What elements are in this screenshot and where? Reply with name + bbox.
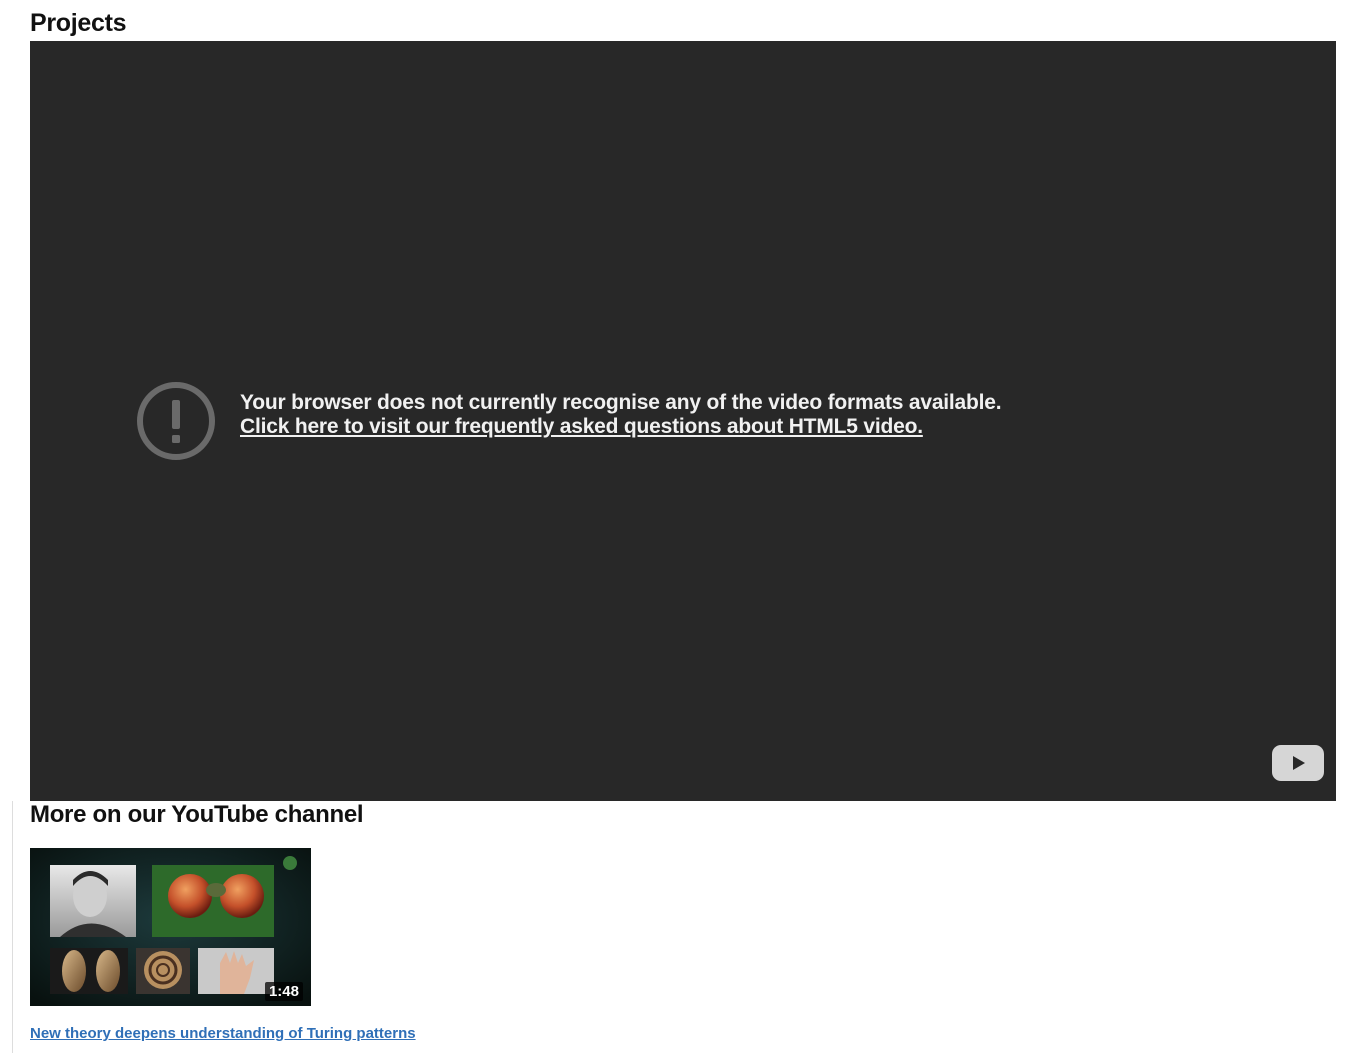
youtube-channel-heading: More on our YouTube channel: [30, 801, 364, 828]
video-player[interactable]: Your browser does not currently recognis…: [30, 41, 1336, 801]
video-title-link[interactable]: New theory deepens understanding of Turi…: [30, 1025, 416, 1042]
youtube-play-icon[interactable]: [1272, 745, 1324, 781]
video-thumbnail[interactable]: 1:48: [30, 848, 311, 1006]
projects-heading: Projects: [30, 9, 127, 37]
error-message-text: Your browser does not currently recognis…: [240, 391, 1002, 414]
page: Projects Your browser does not currently…: [0, 0, 1366, 1053]
video-error-message: Your browser does not currently recognis…: [240, 391, 1002, 439]
exclamation-circle-icon: [137, 382, 215, 460]
video-duration: 1:48: [264, 982, 303, 1001]
sidebar-divider: [12, 801, 13, 1053]
html5-faq-link[interactable]: Click here to visit our frequently asked…: [240, 415, 1001, 439]
